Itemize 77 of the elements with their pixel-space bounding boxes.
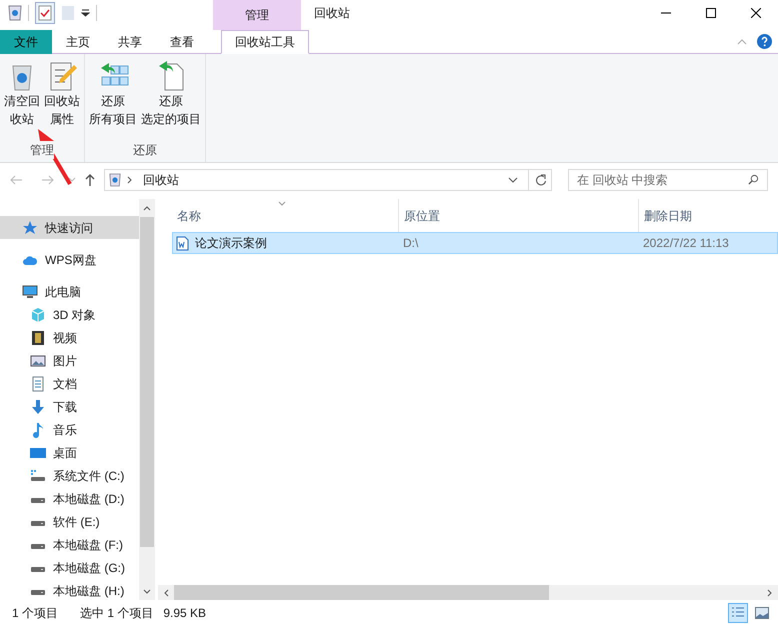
original-location: D:\ xyxy=(402,235,420,252)
dropdown-icon[interactable] xyxy=(81,9,90,17)
recycle-bin-icon xyxy=(109,172,121,186)
word-document-icon xyxy=(176,236,189,250)
scroll-down-icon[interactable] xyxy=(143,589,151,595)
nav-item[interactable]: 系统文件 (C:) xyxy=(0,464,139,487)
star-icon xyxy=(22,220,38,236)
scroll-up-icon[interactable] xyxy=(143,205,151,211)
chevron-down-icon[interactable] xyxy=(508,176,518,182)
help-icon[interactable] xyxy=(757,34,772,49)
nav-item[interactable]: 本地磁盘 (F:) xyxy=(0,533,139,556)
nav-item[interactable]: 音乐 xyxy=(0,418,139,441)
group-label: 管理 xyxy=(30,141,54,159)
selection-size: 9.95 KB xyxy=(163,604,206,622)
cube-icon xyxy=(30,306,46,322)
details-view-button[interactable] xyxy=(728,602,748,622)
recycle-bin-icon[interactable] xyxy=(8,5,22,21)
nav-item[interactable]: 快速访问 xyxy=(0,216,139,239)
nav-item[interactable]: 视频 xyxy=(0,326,139,349)
drive-icon xyxy=(30,520,46,526)
drive-icon xyxy=(30,544,46,550)
nav-item[interactable]: 桌面 xyxy=(0,441,139,464)
ribbon-tab[interactable]: 查看 xyxy=(156,30,208,54)
ribbon-button[interactable]: 还原 所有项目 xyxy=(87,60,139,128)
address-path: 回收站 xyxy=(143,172,179,188)
search-icon xyxy=(748,174,759,185)
details-list-icon xyxy=(731,606,745,620)
address-field[interactable]: 回收站 xyxy=(104,168,552,190)
nav-item[interactable]: 此电脑 xyxy=(0,280,139,303)
nav-item[interactable]: WPS网盘 xyxy=(0,248,139,271)
drive-icon xyxy=(30,468,46,484)
chevron-right-icon xyxy=(127,176,133,184)
deleted-date: 2022/7/22 11:13 xyxy=(642,235,729,252)
file-name: 论文演示案例 xyxy=(195,235,267,252)
drive-icon xyxy=(30,498,46,504)
horizontal-scrollbar[interactable] xyxy=(158,585,778,600)
film-icon xyxy=(30,330,46,346)
selection-count: 选中 1 个项目 xyxy=(80,604,154,622)
nav-item[interactable]: 软件 (E:) xyxy=(0,510,139,533)
ribbon-tab[interactable]: 共享 xyxy=(104,30,156,54)
chevron-down-icon[interactable] xyxy=(68,176,76,182)
sort-chevron-icon xyxy=(278,201,286,206)
close-icon xyxy=(750,8,760,18)
nav-item[interactable]: 本地磁盘 (G:) xyxy=(0,556,139,579)
monitor-icon xyxy=(22,284,38,300)
document-icon xyxy=(30,376,46,392)
ribbon-tab[interactable]: 回收站工具 xyxy=(221,30,309,54)
minimize-icon xyxy=(660,12,670,14)
drive-icon xyxy=(30,590,46,596)
nav-item[interactable]: 本地磁盘 (H:) xyxy=(0,579,139,600)
contextual-tab-header: 管理 xyxy=(213,0,301,30)
nav-item[interactable]: 本地磁盘 (D:) xyxy=(0,487,139,510)
column-header[interactable]: 删除日期 xyxy=(639,199,778,232)
refresh-icon[interactable] xyxy=(535,174,547,186)
scroll-right-icon[interactable] xyxy=(767,588,773,596)
ribbon-tab[interactable]: 文件 xyxy=(0,30,52,54)
nav-item[interactable]: 3D 对象 xyxy=(0,303,139,326)
picture-icon xyxy=(30,352,46,368)
ribbon-button[interactable]: 清空回 收站 xyxy=(2,60,42,128)
file-row[interactable]: 论文演示案例 D:\ 2022/7/22 11:13 xyxy=(172,232,778,254)
image-icon xyxy=(755,606,769,618)
ribbon-tab[interactable]: 主页 xyxy=(52,30,104,54)
nav-item[interactable]: 图片 xyxy=(0,349,139,372)
window-title: 回收站 xyxy=(314,5,350,22)
scrollbar[interactable] xyxy=(139,199,155,600)
ribbon-button[interactable]: 回收站 属性 xyxy=(42,60,82,128)
down-arrow-icon xyxy=(30,398,46,414)
search-input[interactable]: 在 回收站 中搜索 xyxy=(577,170,748,188)
maximize-icon xyxy=(706,8,716,18)
scroll-left-icon[interactable] xyxy=(163,588,169,596)
nav-item[interactable]: 下载 xyxy=(0,395,139,418)
item-count: 1 个项目 xyxy=(12,604,58,622)
search-field[interactable]: 在 回收站 中搜索 xyxy=(568,168,768,190)
drive-icon xyxy=(30,566,46,572)
checklist-icon[interactable] xyxy=(35,2,55,24)
ribbon-button[interactable]: 还原 选定的项目 xyxy=(139,60,203,128)
nav-item[interactable]: 文档 xyxy=(0,372,139,395)
